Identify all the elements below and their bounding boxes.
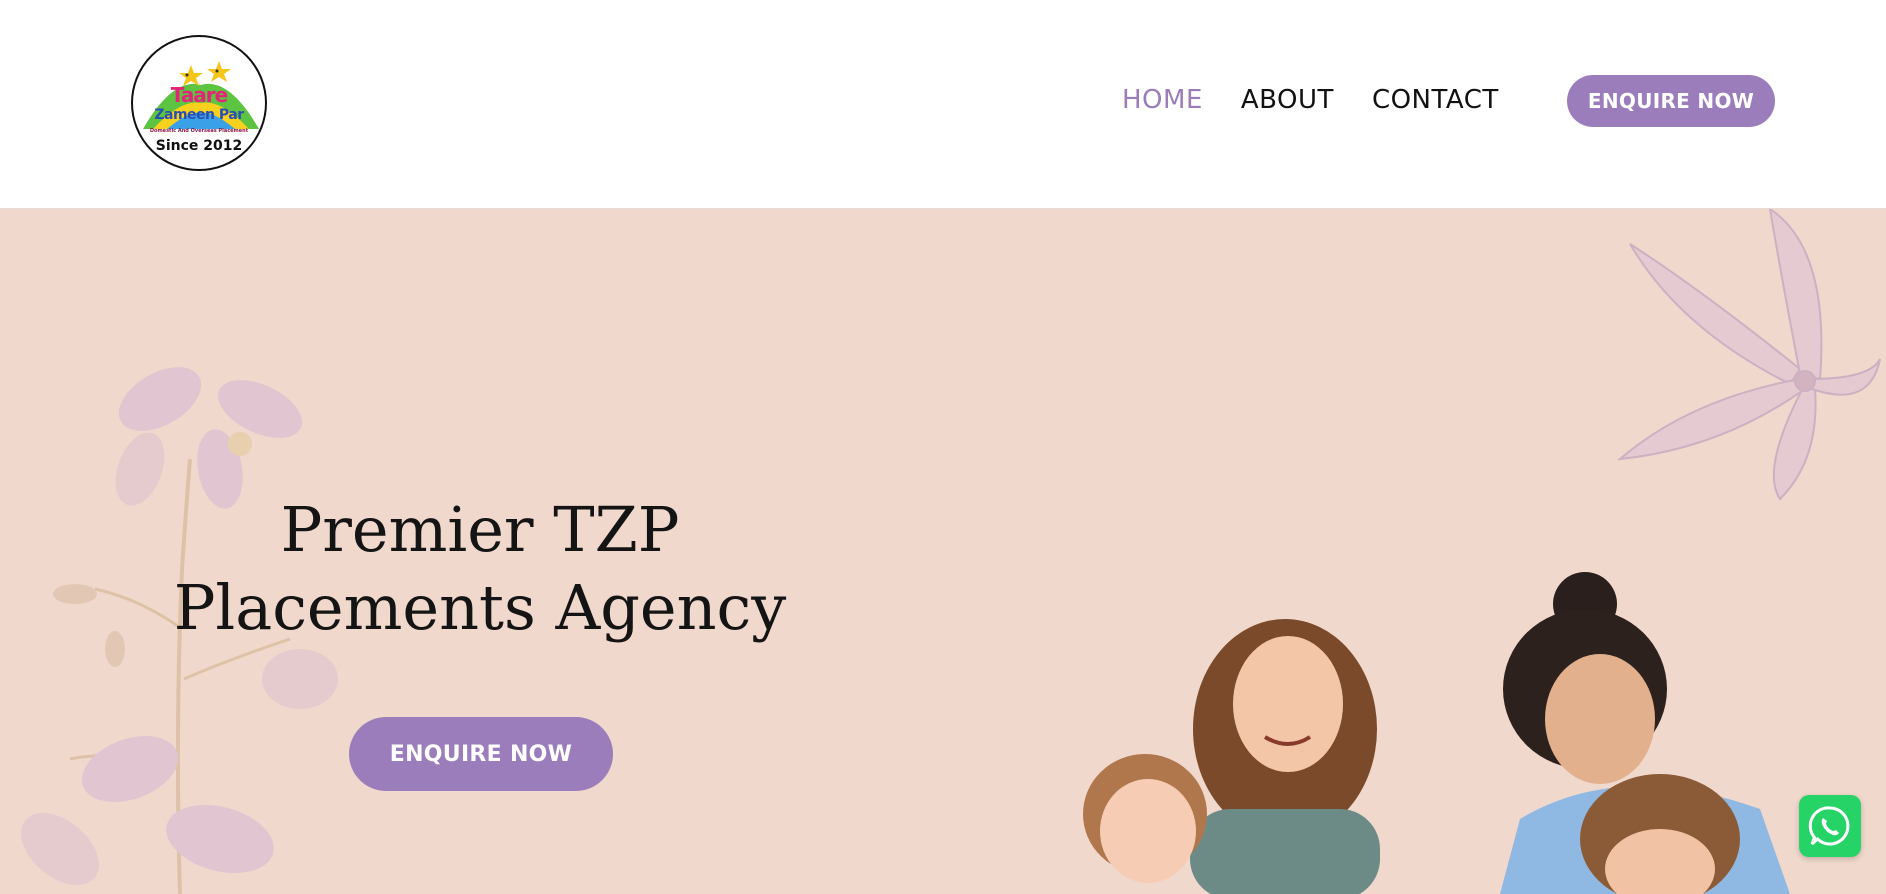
whatsapp-icon	[1808, 806, 1850, 846]
whatsapp-chat-button[interactable]	[1799, 795, 1861, 857]
hero-title: Premier TZP Placements Agency	[173, 493, 787, 644]
nav-item-about[interactable]: ABOUT	[1241, 85, 1334, 115]
logo-tagline: Domestic And Overseas Placement	[149, 128, 249, 134]
logo-wordmark-secondary: Zameen Par	[154, 107, 244, 123]
main-nav: HOME ABOUT CONTACT	[1122, 82, 1537, 118]
nav-item-contact[interactable]: CONTACT	[1372, 85, 1499, 115]
logo-since-text: Since 2012	[155, 138, 243, 154]
hero-enquire-button[interactable]: ENQUIRE NOW	[349, 717, 613, 791]
hero-section: Premier TZP Placements Agency ENQUIRE NO…	[0, 209, 1886, 894]
logo-wordmark: Taare	[170, 83, 228, 107]
hero-photo	[1083, 572, 1790, 894]
site-header: Taare Zameen Par Domestic And Overseas P…	[0, 0, 1886, 209]
brand-logo[interactable]: Taare Zameen Par Domestic And Overseas P…	[131, 35, 267, 171]
nav-item-home[interactable]: HOME	[1122, 85, 1203, 115]
header-enquire-button[interactable]: ENQUIRE NOW	[1567, 75, 1775, 127]
